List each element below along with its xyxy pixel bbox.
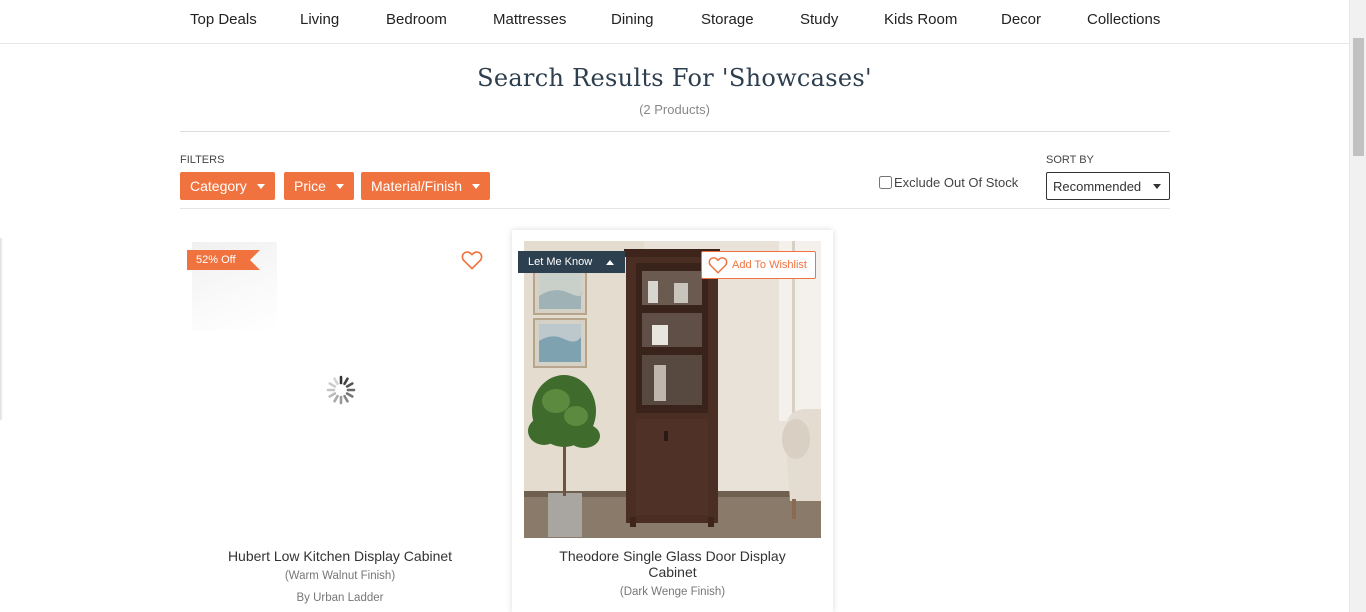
caret-down-icon (472, 183, 481, 189)
material-filter-label: Material/Finish (371, 178, 463, 194)
nav-item-bedroom[interactable]: Bedroom (386, 11, 447, 28)
scrollbar-thumb[interactable] (1353, 38, 1364, 156)
heart-icon (708, 257, 728, 274)
heart-icon[interactable] (461, 250, 483, 270)
page-scrollbar[interactable] (1349, 0, 1366, 612)
chevron-down-icon (1153, 183, 1161, 189)
product-card[interactable]: 52% Off Hubert Low Kitchen Display Cabin… (180, 230, 500, 612)
nav-item-living[interactable]: Living (300, 11, 339, 28)
sort-select[interactable]: Recommended (1046, 172, 1170, 200)
let-me-know-button[interactable]: Let Me Know (518, 251, 625, 273)
category-filter-label: Category (190, 178, 247, 194)
product-image[interactable] (524, 241, 821, 538)
divider (180, 131, 1170, 132)
nav-item-dining[interactable]: Dining (611, 11, 654, 28)
top-nav: Top Deals Living Bedroom Mattresses Dini… (0, 0, 1349, 44)
nav-item-study[interactable]: Study (800, 11, 838, 28)
nav-item-kids-room[interactable]: Kids Room (884, 11, 957, 28)
material-filter-button[interactable]: Material/Finish (361, 172, 491, 200)
nav-item-top-deals[interactable]: Top Deals (190, 11, 257, 28)
nav-item-storage[interactable]: Storage (701, 11, 754, 28)
product-brand: By Urban Ladder (296, 592, 384, 604)
exclude-out-of-stock[interactable]: Exclude Out Of Stock (879, 175, 1018, 190)
page-title: Search Results For 'Showcases' (477, 64, 872, 92)
left-edge-shadow (0, 238, 3, 420)
price-filter-label: Price (294, 178, 326, 194)
loading-spinner-icon (326, 375, 356, 405)
sort-selected-value: Recommended (1053, 178, 1142, 194)
caret-up-icon (606, 259, 615, 265)
nav-item-collections[interactable]: Collections (1087, 11, 1160, 28)
add-to-wishlist-label: Add To Wishlist (732, 259, 807, 271)
nav-item-decor[interactable]: Decor (1001, 11, 1041, 28)
caret-down-icon (335, 183, 344, 189)
sort-by-label: SORT BY (1046, 154, 1094, 166)
product-card[interactable]: Let Me Know Add To Wishlist Theodore Sin… (512, 230, 833, 612)
product-name[interactable]: Theodore Single Glass Door Display Cabin… (512, 548, 833, 580)
add-to-wishlist-button[interactable]: Add To Wishlist (701, 251, 816, 279)
product-name[interactable]: Hubert Low Kitchen Display Cabinet (180, 548, 500, 564)
let-me-know-label: Let Me Know (528, 256, 593, 268)
product-finish: (Warm Walnut Finish) (284, 570, 396, 582)
caret-down-icon (256, 183, 265, 189)
category-filter-button[interactable]: Category (180, 172, 275, 200)
price-filter-button[interactable]: Price (284, 172, 354, 200)
product-finish: (Dark Wenge Finish) (619, 586, 726, 598)
product-count: (2 Products) (639, 102, 710, 117)
discount-badge: 52% Off (187, 250, 260, 270)
divider (180, 208, 1170, 209)
exclude-out-of-stock-label: Exclude Out Of Stock (894, 175, 1019, 190)
filters-label: FILTERS (180, 154, 225, 166)
exclude-out-of-stock-checkbox[interactable] (879, 176, 892, 189)
nav-item-mattresses[interactable]: Mattresses (493, 11, 566, 28)
